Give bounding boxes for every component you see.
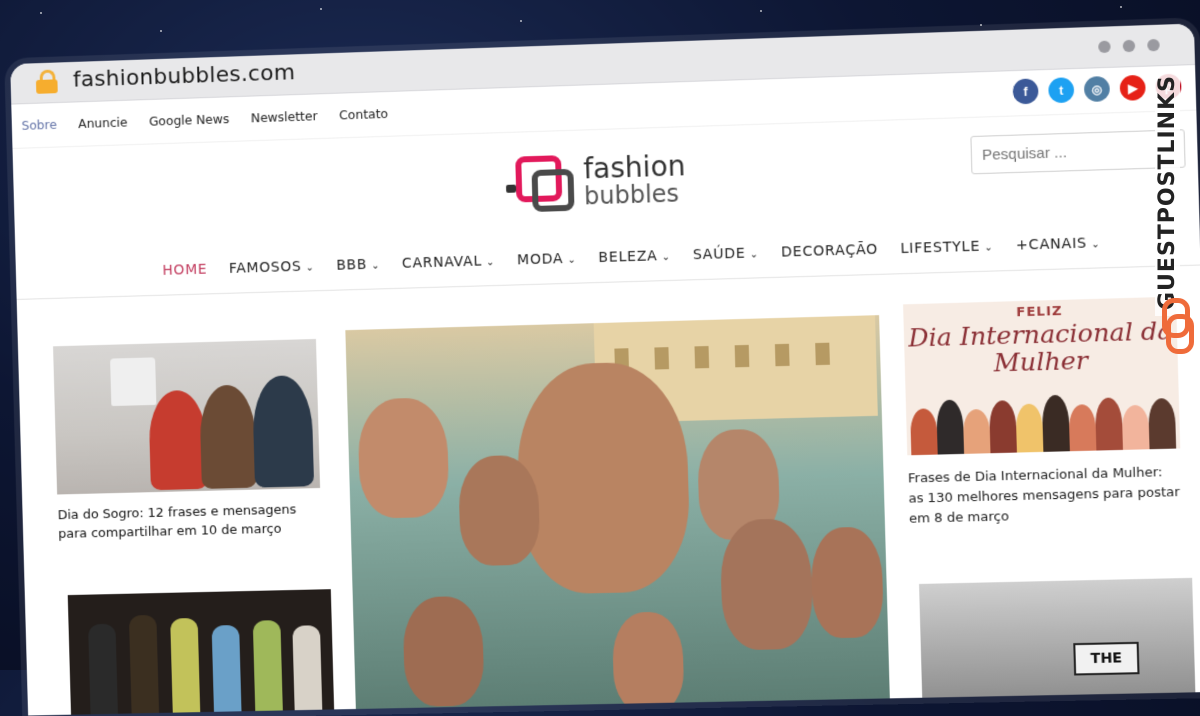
face-shape xyxy=(402,595,485,708)
banner-title: Dia Internacional da Mulher xyxy=(907,315,1174,378)
window-dot-icon[interactable] xyxy=(1122,39,1136,53)
link-icon xyxy=(1166,314,1194,354)
lock-icon xyxy=(35,69,58,94)
article-card[interactable] xyxy=(67,589,335,716)
article-title[interactable]: Dia do Sogro: 12 frases e mensagens para… xyxy=(57,500,321,544)
chevron-down-icon: ⌄ xyxy=(749,249,760,261)
article-image[interactable]: THE xyxy=(919,577,1196,705)
face-shape xyxy=(719,518,814,651)
window-dot-icon[interactable] xyxy=(1098,40,1111,54)
nav-item-canais[interactable]: +CANAIS ⌄ xyxy=(1015,235,1101,254)
nav-item-moda[interactable]: MODA ⌄ xyxy=(516,251,577,269)
chevron-down-icon: ⌄ xyxy=(485,257,496,269)
article-card[interactable]: THE xyxy=(919,577,1196,705)
face-shape xyxy=(457,454,541,567)
site-logo[interactable]: fashion bubbles xyxy=(505,145,707,221)
topnav-link-anuncie[interactable]: Anuncie xyxy=(78,115,128,131)
window-dot-icon[interactable] xyxy=(1147,38,1160,52)
article-title[interactable]: Frases de Dia Internacional da Mulher: a… xyxy=(908,463,1183,530)
nav-item-beleza[interactable]: BELEZA ⌄ xyxy=(598,248,671,266)
topnav-link-newsletter[interactable]: Newsletter xyxy=(251,108,318,125)
nav-label: BBB xyxy=(336,256,368,274)
url-text[interactable]: fashionbubbles.com xyxy=(73,60,296,92)
nav-label: MODA xyxy=(516,251,564,269)
window-controls xyxy=(1098,38,1160,54)
chevron-down-icon: ⌄ xyxy=(984,242,994,254)
featured-article[interactable] xyxy=(345,315,891,716)
nav-label: DECORAÇÃO xyxy=(780,241,879,261)
content-grid: Dia do Sogro: 12 frases e mensagens para… xyxy=(17,266,1200,716)
twitter-icon[interactable]: t xyxy=(1048,77,1075,104)
chevron-down-icon: ⌄ xyxy=(661,251,671,264)
top-navigation: Sobre Anuncie Google News Newsletter Con… xyxy=(21,106,388,133)
nav-label: SAÚDE xyxy=(692,245,746,264)
logo-word-bubbles: bubbles xyxy=(583,179,680,211)
chevron-down-icon: ⌄ xyxy=(305,262,315,274)
facebook-icon[interactable]: f xyxy=(1012,78,1039,105)
topnav-link-google-news[interactable]: Google News xyxy=(149,111,230,129)
nav-item-bbb[interactable]: BBB ⌄ xyxy=(336,257,380,274)
nav-label: +CANAIS xyxy=(1015,235,1088,254)
person-shape xyxy=(251,374,315,488)
article-image[interactable] xyxy=(53,338,321,495)
logo-dark-bubble xyxy=(531,168,575,213)
protest-sign: THE xyxy=(1073,641,1140,676)
instagram-icon[interactable]: ◎ xyxy=(1083,75,1111,103)
article-card[interactable]: Dia do Sogro: 12 frases e mensagens para… xyxy=(53,338,321,544)
lamp-shape xyxy=(110,357,157,407)
search-input[interactable] xyxy=(970,129,1186,175)
person-shape xyxy=(148,389,208,491)
nav-item-decoracao[interactable]: DECORAÇÃO xyxy=(781,242,879,261)
nav-label: HOME xyxy=(162,261,208,279)
featured-image[interactable] xyxy=(345,315,891,716)
youtube-icon[interactable]: ▶ xyxy=(1119,74,1146,101)
face-shape xyxy=(611,611,685,713)
watermark: GUESTPOSTLINKS xyxy=(1155,60,1196,360)
nav-label: CARNAVAL xyxy=(401,253,483,272)
article-image[interactable] xyxy=(67,589,335,716)
nav-label: LIFESTYLE xyxy=(900,238,981,258)
nav-item-lifestyle[interactable]: LIFESTYLE ⌄ xyxy=(900,238,994,257)
nav-item-saude[interactable]: SAÚDE ⌄ xyxy=(692,245,760,264)
article-image[interactable]: FELIZ Dia Internacional da Mulher xyxy=(903,296,1181,456)
nav-item-home[interactable]: HOME xyxy=(162,262,207,279)
browser-window: fashionbubbles.com Sobre Anuncie Google … xyxy=(10,23,1200,716)
watermark-text: GUESTPOSTLINKS xyxy=(1155,69,1180,316)
article-card[interactable]: FELIZ Dia Internacional da Mulher Frases… xyxy=(903,296,1183,530)
nav-item-famosos[interactable]: FAMOSOS ⌄ xyxy=(228,258,315,277)
nav-label: FAMOSOS xyxy=(228,258,302,277)
person-shape xyxy=(199,384,257,489)
chevron-down-icon: ⌄ xyxy=(567,254,577,266)
face-shape xyxy=(515,360,692,595)
topnav-link-contato[interactable]: Contato xyxy=(339,106,388,123)
chevron-down-icon: ⌄ xyxy=(1090,239,1101,251)
nav-label: BELEZA xyxy=(598,248,658,267)
nav-item-carnaval[interactable]: CARNAVAL ⌄ xyxy=(401,253,496,272)
face-shape xyxy=(810,526,885,639)
logo-dot xyxy=(506,184,517,193)
face-shape xyxy=(357,397,450,519)
topnav-link-sobre[interactable]: Sobre xyxy=(21,117,57,133)
chevron-down-icon: ⌄ xyxy=(371,260,381,272)
